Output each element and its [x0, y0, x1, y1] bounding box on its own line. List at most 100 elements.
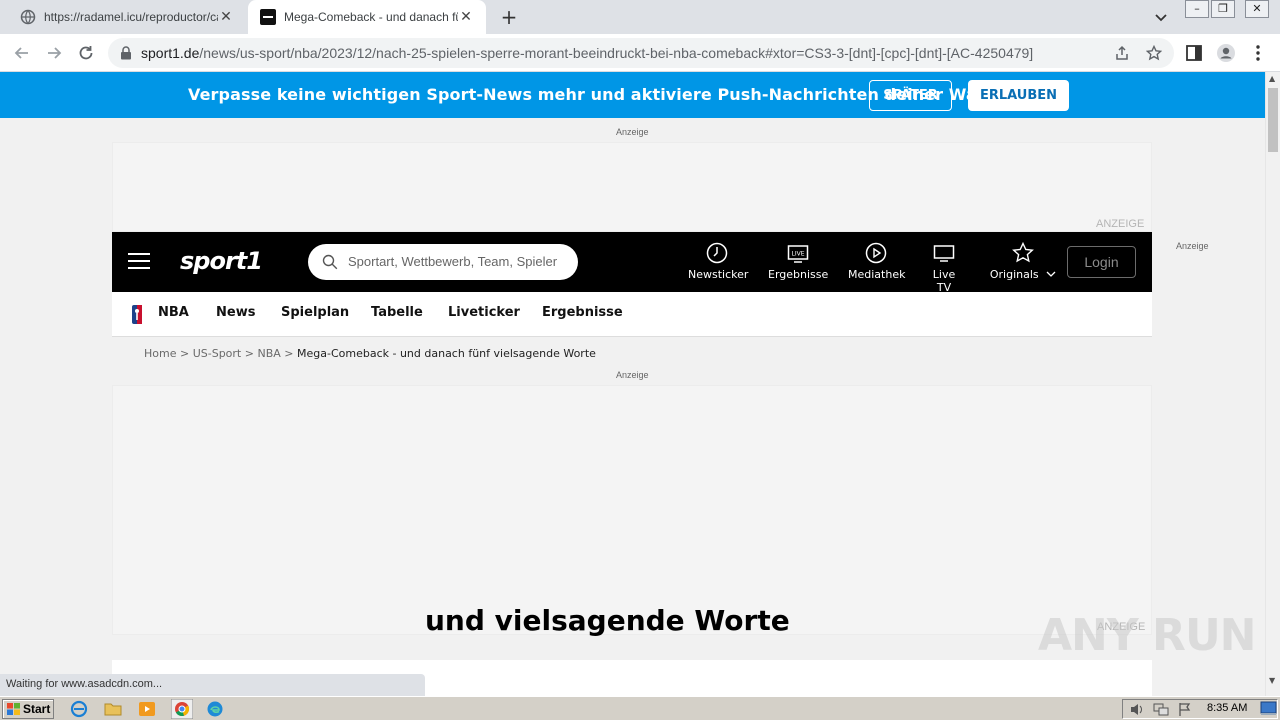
bookmark-star-icon[interactable] [1146, 45, 1162, 61]
login-button[interactable]: Login [1067, 246, 1136, 278]
share-icon[interactable] [1114, 45, 1130, 61]
anyrun-watermark: ANY RUN [1038, 610, 1256, 661]
browser-toolbar: sport1.de/news/us-sport/nba/2023/12/nach… [0, 34, 1280, 72]
system-tray [1122, 699, 1278, 719]
live-badge-text: LIVE [791, 251, 804, 258]
subnav-item-liveticker[interactable]: Liveticker [448, 305, 520, 320]
close-tab-icon[interactable]: ✕ [218, 9, 234, 25]
url-text: sport1.de/news/us-sport/nba/2023/12/nach… [141, 45, 1033, 61]
scrollbar-thumb[interactable] [1268, 88, 1278, 152]
star-icon [1012, 242, 1034, 263]
reload-icon[interactable] [76, 43, 96, 63]
ad-label-side: Anzeige [1176, 241, 1209, 251]
subnav-item-spielplan[interactable]: Spielplan [281, 305, 349, 320]
subnav-item-tabelle[interactable]: Tabelle [371, 305, 423, 320]
close-window-button[interactable]: ✕ [1245, 0, 1269, 18]
nav-label: Newsticker [688, 268, 749, 281]
url-path: /news/us-sport/nba/2023/12/nach-25-spiel… [199, 45, 1034, 61]
network-icon[interactable] [1153, 702, 1169, 717]
media-player-icon[interactable] [138, 700, 156, 718]
breadcrumb: Home > US-Sport > NBA > Mega-Comeback - … [144, 347, 596, 360]
ad-label: Anzeige [616, 370, 649, 380]
nav-live-tv[interactable]: Live TV [924, 242, 964, 294]
side-panel-icon[interactable] [1184, 43, 1204, 63]
nav-label: Live TV [932, 268, 956, 294]
url-host: sport1.de [141, 45, 200, 61]
tv-icon [933, 245, 955, 262]
play-icon [865, 242, 887, 264]
restore-button[interactable]: ❐ [1211, 0, 1235, 18]
sport1-header: sport1 Sportart, Wettbewerb, Team, Spiel… [112, 232, 1152, 294]
breadcrumb-separator: > [179, 347, 190, 360]
push-notification-banner: Verpasse keine wichtigen Sport-News mehr… [0, 72, 1265, 118]
close-tab-icon[interactable]: ✕ [458, 9, 474, 25]
ad-label: Anzeige [616, 127, 649, 137]
nav-originals[interactable]: Originals [988, 242, 1058, 286]
kebab-menu-icon[interactable] [1248, 43, 1268, 63]
subnav-item-news[interactable]: News [216, 305, 255, 320]
nav-mediathek[interactable]: Mediathek [848, 242, 906, 286]
taskbar-clock: 8:35 AM [1207, 702, 1248, 714]
allow-button[interactable]: ERLAUBEN [968, 80, 1069, 111]
search-icon [322, 254, 338, 270]
breadcrumb-nba[interactable]: NBA [257, 347, 280, 360]
ad-caption: ANZEIGE [1096, 218, 1145, 230]
back-arrow-icon[interactable] [12, 43, 32, 63]
breadcrumb-current: Mega-Comeback - und danach fünf vielsage… [297, 347, 596, 360]
address-bar[interactable]: sport1.de/news/us-sport/nba/2023/12/nach… [108, 38, 1174, 68]
later-button[interactable]: SPÄTER [869, 80, 952, 111]
sport1-favicon-icon [260, 9, 276, 25]
browser-tab-strip: https://radamel.icu/reproductor/can ✕ Me… [0, 0, 1280, 34]
article-headline: und vielsagende Worte [425, 604, 790, 637]
clock-icon [706, 242, 728, 264]
forward-arrow-icon[interactable] [44, 43, 64, 63]
profile-avatar-icon[interactable] [1216, 43, 1236, 63]
scroll-down-arrow-icon[interactable]: ▼ [1269, 676, 1275, 685]
tab-title: https://radamel.icu/reproductor/can [44, 10, 218, 24]
minimize-button[interactable]: – [1185, 0, 1209, 18]
search-input[interactable]: Sportart, Wettbewerb, Team, Spieler [308, 244, 578, 280]
breadcrumb-separator: > [244, 347, 254, 360]
windows-flag-icon [7, 703, 20, 715]
live-icon: LIVE [787, 245, 809, 263]
window-controls: – ❐ ✕ [1183, 0, 1269, 18]
folder-icon[interactable] [104, 700, 122, 718]
subnav-item-nba[interactable]: NBA [158, 305, 189, 320]
nav-ergebnisse[interactable]: LIVE Ergebnisse [768, 242, 828, 286]
start-label: Start [23, 702, 51, 716]
hamburger-menu-icon[interactable] [128, 253, 150, 271]
chevron-down-icon [1046, 271, 1056, 277]
speaker-icon[interactable] [1129, 702, 1145, 717]
sport1-logo[interactable]: sport1 [180, 247, 263, 275]
page-scrollbar[interactable]: ▲ ▼ [1265, 72, 1280, 698]
new-tab-button[interactable]: + [498, 6, 520, 28]
internet-explorer-icon[interactable] [70, 700, 88, 718]
nav-label: Originals [989, 268, 1039, 281]
start-button[interactable]: Start [2, 699, 54, 719]
breadcrumb-us-sport[interactable]: US-Sport [193, 347, 242, 360]
breadcrumb-separator: > [284, 347, 294, 360]
sub-navigation: NBA News Spielplan Tabelle Liveticker Er… [112, 292, 1152, 337]
nav-label: Mediathek [848, 268, 906, 281]
nba-logo-icon [132, 305, 142, 324]
lock-icon [121, 46, 131, 60]
breadcrumb-home[interactable]: Home [144, 347, 176, 360]
ad-banner-top[interactable] [112, 142, 1152, 232]
browser-tab-radamel[interactable]: https://radamel.icu/reproductor/can ✕ [8, 0, 246, 34]
chrome-icon[interactable] [171, 699, 193, 719]
scroll-up-arrow-icon[interactable]: ▲ [1269, 74, 1275, 83]
globe-icon [20, 9, 36, 25]
search-placeholder: Sportart, Wettbewerb, Team, Spieler [348, 254, 558, 269]
ad-banner-content[interactable] [112, 385, 1152, 635]
nav-newsticker[interactable]: Newsticker [688, 242, 749, 286]
flag-notification-icon[interactable] [1177, 702, 1193, 717]
browser-tab-sport1[interactable]: Mega-Comeback - und danach fünf v ✕ [248, 0, 486, 34]
edge-icon[interactable] [206, 700, 224, 718]
windows-taskbar: Start 8:35 AM [0, 696, 1280, 720]
nav-label: Ergebnisse [768, 268, 829, 281]
status-bar: Waiting for www.asadcdn.com... [0, 674, 425, 698]
chevron-down-icon[interactable] [1152, 8, 1170, 26]
tab-title: Mega-Comeback - und danach fünf v [284, 10, 458, 24]
subnav-item-ergebnisse[interactable]: Ergebnisse [542, 305, 623, 320]
show-desktop-icon[interactable] [1260, 700, 1277, 717]
